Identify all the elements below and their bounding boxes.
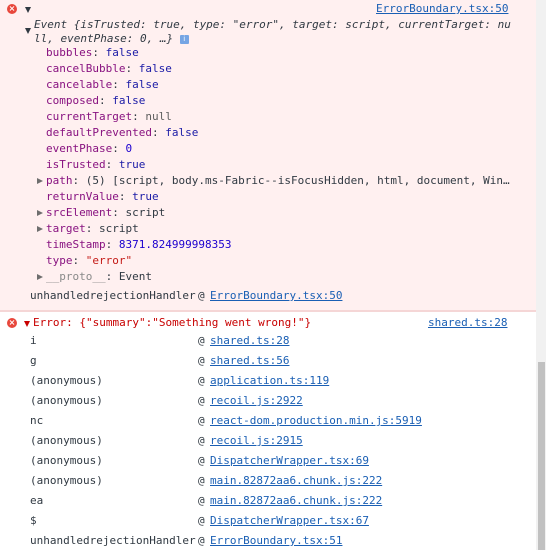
- stack-frame-at: @: [198, 474, 205, 487]
- property-key: eventPhase: [46, 142, 113, 155]
- console-message-error: × Error: {"summary":"Something went wron…: [0, 311, 536, 550]
- collapsed-triangle-icon[interactable]: [37, 178, 43, 184]
- property-value: false: [105, 46, 139, 59]
- stack-frame-at: @: [198, 434, 205, 447]
- property-row-srcElement[interactable]: srcElement: script: [46, 205, 165, 221]
- stack-frame-link[interactable]: ErrorBoundary.tsx:51: [210, 533, 342, 549]
- vertical-scrollbar-thumb[interactable]: [538, 362, 545, 550]
- property-value: false: [138, 62, 172, 75]
- property-key: timeStamp: [46, 238, 106, 251]
- error-circle-icon: ×: [7, 318, 17, 328]
- property-key: bubbles: [46, 46, 93, 59]
- stack-frame-function: $: [30, 514, 37, 527]
- collapsed-triangle-icon[interactable]: [37, 274, 43, 280]
- property-key: __proto__: [46, 270, 106, 283]
- property-row-isTrusted: isTrusted: true: [46, 158, 146, 171]
- stack-frame-link[interactable]: recoil.js:2915: [210, 433, 303, 449]
- property-key: type: [46, 254, 73, 267]
- error-circle-icon: ×: [7, 4, 17, 14]
- property-value: "error": [85, 254, 133, 267]
- property-key: srcElement: [46, 206, 113, 219]
- stack-frame-function: (anonymous): [30, 434, 103, 447]
- property-key: target: [46, 222, 86, 235]
- handler-label: unhandledrejectionHandler: [30, 289, 196, 302]
- property-row-target[interactable]: target: script: [46, 221, 139, 237]
- property-key: path: [46, 174, 73, 187]
- console-message-event: × ErrorBoundary.tsx:50 Event {isTrusted:…: [0, 0, 536, 311]
- collapsed-triangle-icon[interactable]: [37, 210, 43, 216]
- stack-frame-link[interactable]: DispatcherWrapper.tsx:67: [210, 513, 369, 529]
- source-link[interactable]: shared.ts:28: [428, 315, 507, 331]
- property-row-cancelBubble: cancelBubble: false: [46, 62, 172, 75]
- property-value: true: [118, 158, 146, 171]
- source-link[interactable]: ErrorBoundary.tsx:50: [376, 1, 508, 17]
- stack-frame-function: g: [30, 354, 37, 367]
- property-key: cancelBubble: [46, 62, 126, 75]
- stack-frame-at: @: [198, 494, 205, 507]
- property-row-timeStamp: timeStamp: 8371.824999998353: [46, 238, 232, 251]
- property-row-proto[interactable]: __proto__: Event: [46, 269, 152, 285]
- property-value: Event: [118, 270, 152, 283]
- collapsed-triangle-icon[interactable]: [37, 226, 43, 232]
- property-row-path[interactable]: path: (5) [script, body.ms-Fabric--isFoc…: [46, 173, 510, 189]
- stack-frame-at: @: [198, 394, 205, 407]
- property-value: false: [112, 94, 146, 107]
- stack-frame-at: @: [198, 334, 205, 347]
- stack-frame-function: nc: [30, 414, 44, 427]
- property-value: false: [125, 78, 159, 91]
- stack-frame-link[interactable]: main.82872aa6.chunk.js:222: [210, 473, 382, 489]
- stack-frame-at: @: [198, 534, 205, 547]
- property-key: cancelable: [46, 78, 113, 91]
- stack-frame-at: @: [198, 454, 205, 467]
- handler-at: @: [198, 289, 205, 302]
- stack-frame-link[interactable]: recoil.js:2922: [210, 393, 303, 409]
- property-key: returnValue: [46, 190, 119, 203]
- property-value: 8371.824999998353: [118, 238, 232, 251]
- stack-frame-function: (anonymous): [30, 374, 103, 387]
- property-row-eventPhase: eventPhase: 0: [46, 142, 133, 155]
- stack-frame-link[interactable]: application.ts:119: [210, 373, 329, 389]
- stack-frame-function: (anonymous): [30, 454, 103, 467]
- property-row-currentTarget: currentTarget: null: [46, 110, 172, 123]
- property-key: isTrusted: [46, 158, 106, 171]
- property-row-returnValue: returnValue: true: [46, 190, 159, 203]
- property-value: null: [145, 110, 172, 123]
- property-row-composed: composed: false: [46, 94, 146, 107]
- error-message[interactable]: Error: {"summary":"Something went wrong!…: [33, 315, 311, 331]
- property-value: true: [132, 190, 159, 203]
- stack-frame-function: unhandledrejectionHandler: [30, 534, 196, 547]
- property-value: script: [99, 222, 139, 235]
- stack-frame-link[interactable]: react-dom.production.min.js:5919: [210, 413, 422, 429]
- stack-frame-link[interactable]: shared.ts:28: [210, 333, 289, 349]
- stack-frame-function: (anonymous): [30, 474, 103, 487]
- property-row-defaultPrevented: defaultPrevented: false: [46, 126, 199, 139]
- property-key: composed: [46, 94, 99, 107]
- property-row-bubbles: bubbles: false: [46, 46, 139, 59]
- expand-triangle-icon[interactable]: [25, 28, 31, 34]
- stack-frame-function: i: [30, 334, 37, 347]
- stack-frame-function: (anonymous): [30, 394, 103, 407]
- stack-frame-function: ea: [30, 494, 44, 507]
- stack-frame-link[interactable]: main.82872aa6.chunk.js:222: [210, 493, 382, 509]
- handler-link[interactable]: ErrorBoundary.tsx:50: [210, 288, 342, 304]
- property-row-type: type: "error": [46, 254, 133, 267]
- property-value: script: [125, 206, 166, 219]
- expand-triangle-icon[interactable]: [25, 7, 31, 13]
- expand-triangle-icon[interactable]: [24, 321, 30, 327]
- property-value: 0: [125, 142, 133, 155]
- stack-frame-at: @: [198, 414, 205, 427]
- stack-frame-at: @: [198, 354, 205, 367]
- stack-frame-at: @: [198, 374, 205, 387]
- property-key: defaultPrevented: [46, 126, 152, 139]
- console-panel: × ErrorBoundary.tsx:50 Event {isTrusted:…: [0, 0, 536, 550]
- property-row-cancelable: cancelable: false: [46, 78, 159, 91]
- property-value: (5) [script, body.ms-Fabric--isFocusHidd…: [85, 174, 510, 187]
- stack-frame-link[interactable]: shared.ts:56: [210, 353, 289, 369]
- property-value: false: [165, 126, 199, 139]
- info-icon[interactable]: i: [179, 34, 189, 44]
- property-key: currentTarget: [46, 110, 133, 123]
- stack-frame-link[interactable]: DispatcherWrapper.tsx:69: [210, 453, 369, 469]
- stack-frame-at: @: [198, 514, 205, 527]
